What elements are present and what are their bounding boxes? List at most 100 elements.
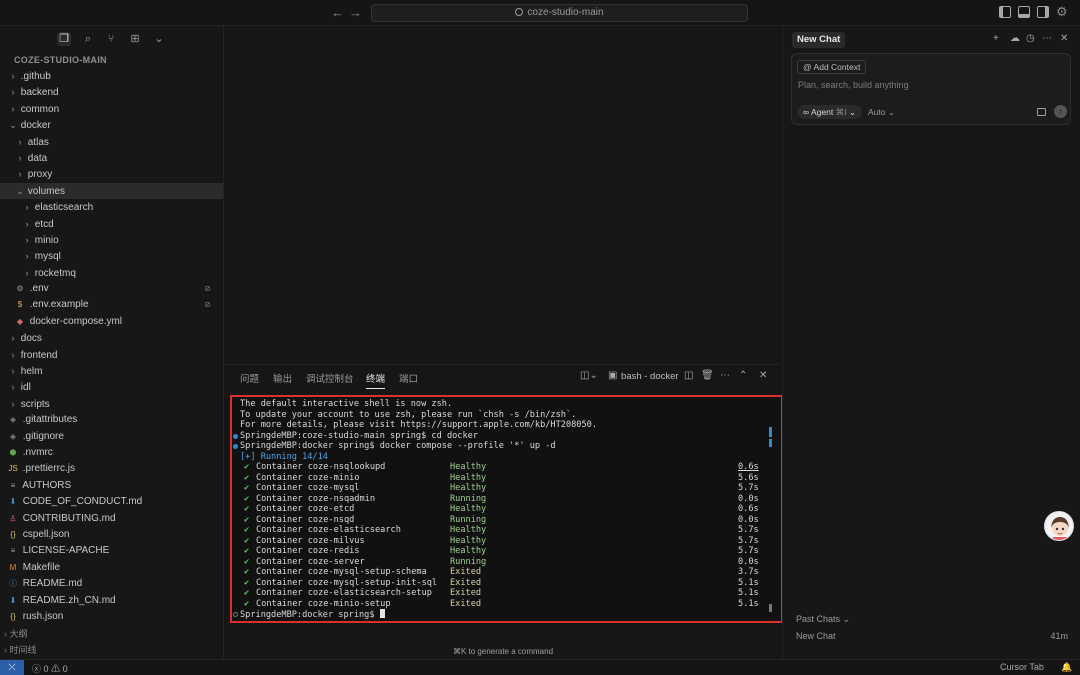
chevron-right-icon: ›	[25, 251, 29, 262]
arrow-up-icon: ↑	[1058, 107, 1063, 116]
tree-folder[interactable]: › idl	[0, 379, 223, 395]
tree-item-label: .gitignore	[22, 430, 64, 442]
tree-item-label: volumes	[27, 185, 66, 197]
trash-icon[interactable]: 🗑	[701, 370, 714, 381]
timeline-section[interactable]: › 时间线	[0, 643, 37, 657]
past-chat-item[interactable]: New Chat 41m	[796, 631, 1068, 641]
tree-folder[interactable]: ⌄ volumes	[0, 182, 223, 200]
more-icon[interactable]: ⋯	[1042, 33, 1052, 44]
tree-folder[interactable]: › backend	[0, 84, 223, 100]
history-icon[interactable]: ◷	[1026, 33, 1035, 44]
terminal-name[interactable]: bash - docker	[621, 371, 679, 382]
maximize-icon[interactable]: ⌃	[739, 370, 747, 381]
tab-output[interactable]: 输出	[273, 371, 292, 385]
cloud-icon[interactable]: ☁	[1010, 33, 1020, 44]
container-row: ✔ Container coze-mysql Healthy 5.7s	[240, 483, 781, 494]
image-icon[interactable]	[1037, 108, 1046, 116]
tree-file[interactable]: ♙ CONTRIBUTING.md	[0, 511, 223, 527]
tree-folder[interactable]: › elasticsearch	[0, 199, 223, 215]
tree-file[interactable]: ⬢ .nvmrc	[0, 445, 223, 461]
tree-folder[interactable]: › docs	[0, 330, 223, 346]
extensions-icon[interactable]: ⊞	[128, 32, 142, 46]
tree-folder[interactable]: › .github	[0, 68, 223, 84]
project-title[interactable]: COZE-STUDIO-MAIN	[0, 52, 223, 68]
model-select[interactable]: Auto ⌄	[868, 107, 895, 118]
tree-folder[interactable]: › rocketmq	[0, 265, 223, 281]
toggle-panel-icon[interactable]	[1018, 6, 1030, 18]
container-time: 5.7s	[738, 535, 759, 546]
split-pane-icon[interactable]: ◫	[684, 370, 693, 381]
more-icon[interactable]: ⋯	[720, 370, 730, 381]
send-button[interactable]: ↑	[1054, 105, 1067, 118]
tree-file[interactable]: ⓘ README.md	[0, 576, 223, 592]
toggle-sidebar-icon[interactable]	[999, 6, 1011, 18]
tree-file[interactable]: $ .env.example ⊘	[0, 297, 223, 313]
arrow-right-icon[interactable]: →	[349, 5, 362, 20]
tree-file[interactable]: ◈ .gitignore	[0, 429, 223, 445]
tab-debug-console[interactable]: 调试控制台	[306, 371, 354, 385]
avatar[interactable]	[1044, 511, 1074, 541]
tree-folder[interactable]: › minio	[0, 232, 223, 248]
scrollbar-thumb[interactable]	[769, 604, 772, 612]
tree-item-label: .prettierrc.js	[22, 463, 76, 475]
outline-section[interactable]: › 大纲	[0, 627, 28, 641]
cursor-tab-status[interactable]: Cursor Tab	[1000, 662, 1044, 672]
chat-tab[interactable]: New Chat	[792, 32, 846, 48]
tree-file[interactable]: ≡ AUTHORS	[0, 478, 223, 494]
tree-folder[interactable]: › data	[0, 150, 223, 166]
close-icon[interactable]: ✕	[759, 370, 767, 381]
container-status: Running	[450, 493, 487, 504]
past-chats-header[interactable]: Past Chats ⌄	[796, 614, 850, 625]
split-terminal-icon[interactable]: ◫⌄	[580, 370, 598, 381]
container-name: Container coze-redis	[256, 546, 360, 556]
editor-area[interactable]	[225, 26, 781, 364]
tree-folder[interactable]: ⌄ docker	[0, 117, 223, 133]
tree-file[interactable]: JS .prettierrc.js	[0, 461, 223, 477]
tree-file[interactable]: ≡ LICENSE-APACHE	[0, 543, 223, 559]
container-time: 0.0s	[738, 556, 759, 567]
bell-icon[interactable]: 🔔	[1061, 662, 1072, 673]
tree-item-label: etcd	[34, 218, 54, 230]
toggle-secondary-sidebar-icon[interactable]	[1037, 6, 1049, 18]
tree-file[interactable]: ◆ docker-compose.yml	[0, 314, 223, 330]
prompt-text: SpringdeMBP:docker spring$	[240, 610, 380, 620]
file-type-icon: ◈	[9, 431, 17, 441]
close-icon[interactable]: ✕	[1060, 33, 1068, 44]
command-marker-icon[interactable]	[233, 444, 238, 449]
tab-terminal[interactable]: 终端	[366, 371, 386, 389]
tree-file[interactable]: ⚙ .env ⊘	[0, 281, 223, 297]
remote-icon[interactable]: ⤫	[0, 660, 24, 675]
command-marker-icon[interactable]	[233, 433, 238, 439]
tree-file[interactable]: {} cspell.json	[0, 527, 223, 543]
agent-mode-button[interactable]: ∞ Agent ⌘I ⌄	[797, 105, 862, 119]
tree-folder[interactable]: › frontend	[0, 347, 223, 363]
tree-folder[interactable]: › scripts	[0, 396, 223, 412]
terminal-output[interactable]: The default interactive shell is now zsh…	[230, 395, 783, 623]
tree-file[interactable]: ⬇ README.zh_CN.md	[0, 593, 223, 609]
tree-folder[interactable]: › etcd	[0, 216, 223, 232]
source-control-icon[interactable]: ⑂	[104, 32, 118, 46]
tree-folder[interactable]: › proxy	[0, 166, 223, 182]
tree-folder[interactable]: › atlas	[0, 134, 223, 150]
problems-status[interactable]: ⓧ 0 ⚠ 0	[32, 662, 68, 675]
tab-problems[interactable]: 问题	[240, 371, 259, 385]
tree-file[interactable]: ◈ .gitattributes	[0, 412, 223, 428]
plus-icon[interactable]: +	[993, 33, 999, 44]
gear-icon[interactable]: ⚙	[1056, 4, 1068, 20]
tree-file[interactable]: {} rush.json	[0, 609, 223, 625]
tree-folder[interactable]: › helm	[0, 363, 223, 379]
arrow-left-icon[interactable]: ←	[331, 5, 344, 20]
tab-ports[interactable]: 端口	[399, 371, 418, 385]
explorer-files-icon[interactable]: ❐	[57, 32, 71, 46]
check-icon: ✔	[244, 493, 250, 504]
tree-folder[interactable]: › common	[0, 101, 223, 117]
chevron-down-icon[interactable]: ⌄	[152, 32, 166, 46]
search-icon[interactable]: ⌕	[81, 32, 95, 46]
tree-file[interactable]: M Makefile	[0, 560, 223, 576]
container-time: 5.6s	[738, 472, 759, 483]
chat-input[interactable]: Plan, search, build anything	[798, 80, 909, 90]
tree-file[interactable]: ⬇ CODE_OF_CONDUCT.md	[0, 494, 223, 510]
command-center-search[interactable]: coze-studio-main	[371, 4, 748, 22]
add-context-button[interactable]: @ Add Context	[797, 60, 867, 74]
tree-folder[interactable]: › mysql	[0, 248, 223, 264]
